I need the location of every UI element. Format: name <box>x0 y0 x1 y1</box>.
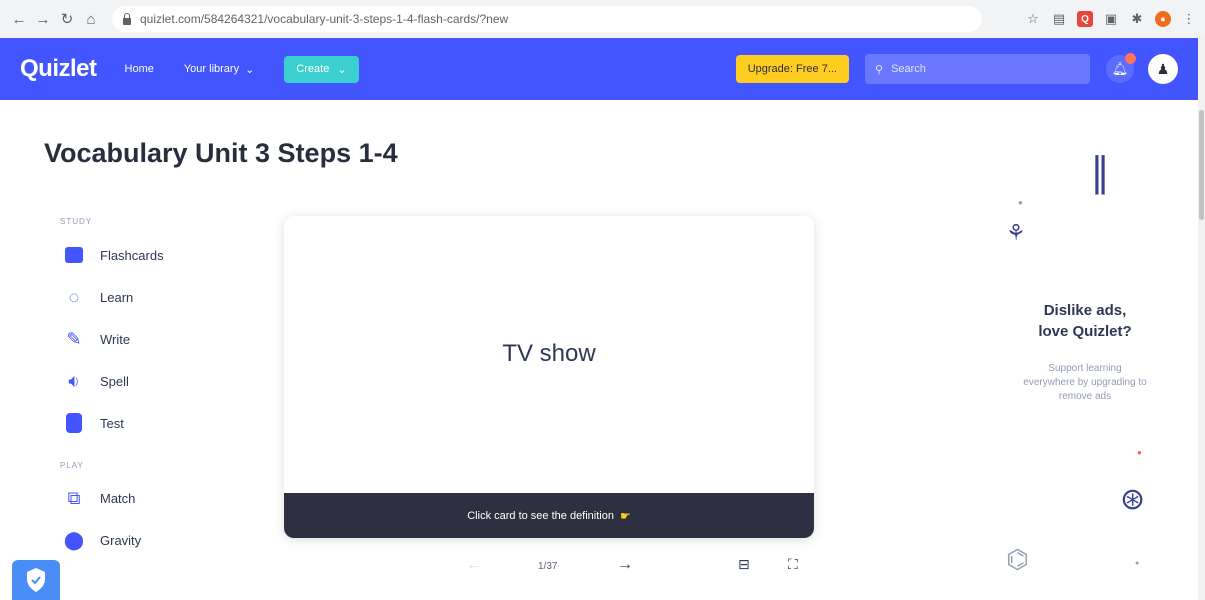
dot-doodle: ● <box>1137 448 1142 457</box>
create-label: Create <box>296 63 330 75</box>
gravity-icon: ⬤ <box>63 529 85 550</box>
dot-doodle: ● <box>1135 560 1140 567</box>
profile-icon[interactable]: ● <box>1155 11 1171 27</box>
mode-label: Gravity <box>100 532 142 548</box>
nav-home-label: Home <box>124 63 154 75</box>
learn-icon: ◌ <box>68 286 80 307</box>
extension-icon[interactable]: Q <box>1077 11 1093 27</box>
card-hint-text: Click card to see the definition <box>467 509 614 522</box>
spell-icon: 🔉︎ <box>68 370 80 391</box>
reload-icon[interactable]: ↻ <box>56 8 78 30</box>
search-placeholder: Search <box>891 63 926 75</box>
fullscreen-icon[interactable]: ⛶ <box>788 556 798 573</box>
notification-dot <box>1125 53 1136 64</box>
ad-title: Dislike ads, love Quizlet? <box>1010 300 1160 342</box>
bell-icon: 🔔︎ <box>1111 61 1129 76</box>
quizlet-logo[interactable]: Quizlet <box>20 55 97 83</box>
dot-doodle: ● <box>1018 198 1023 207</box>
study-mode-test[interactable]: Test <box>62 412 124 434</box>
previous-card-button[interactable]: ← <box>466 556 482 574</box>
card-counter: 1/37 <box>538 561 558 572</box>
nav-library-label: Your library <box>183 63 240 75</box>
menu-icon[interactable]: ⋮ <box>1181 11 1197 27</box>
mode-label: Match <box>100 490 136 506</box>
card-options-icon[interactable]: ⊟ <box>738 556 750 573</box>
browser-toolbar: ← → ↻ ⌂ quizlet.com/584264321/vocabulary… <box>0 0 1205 38</box>
mode-label: Write <box>100 331 131 347</box>
mode-label: Test <box>100 415 124 431</box>
site-header: Quizlet Home Your library ⌄ Create ⌄ Upg… <box>0 38 1198 100</box>
scribble-doodle: ⚘ <box>1006 220 1026 245</box>
study-mode-write[interactable]: ✎ Write <box>62 328 130 350</box>
pencil-doodle: ∥ <box>1090 151 1110 195</box>
match-icon: ⧉ <box>67 487 81 508</box>
search-input[interactable]: ⚲ Search <box>865 54 1090 84</box>
puzzle-icon[interactable]: ✱ <box>1129 11 1145 27</box>
flashcards-icon <box>62 244 86 266</box>
pointer-hand-icon: ☛ <box>619 508 631 523</box>
play-mode-gravity[interactable]: ⬤ Gravity <box>62 529 141 551</box>
mode-label: Flashcards <box>100 247 164 263</box>
extension-icon[interactable]: ▣ <box>1103 11 1119 27</box>
search-icon: ⚲ <box>875 63 884 76</box>
study-mode-flashcards[interactable]: Flashcards <box>62 244 164 266</box>
flashcard[interactable]: TV show Click card to see the definition… <box>284 216 814 538</box>
study-mode-spell[interactable]: 🔉︎ Spell <box>62 370 129 392</box>
chevron-down-icon: ⌄ <box>245 63 255 76</box>
mode-label: Learn <box>100 289 134 305</box>
bookmark-star-icon[interactable]: ☆ <box>1025 11 1041 27</box>
play-mode-match[interactable]: ⧉ Match <box>62 487 136 509</box>
upgrade-button[interactable]: Upgrade: Free 7... <box>735 55 849 83</box>
next-card-button[interactable]: → <box>617 556 633 574</box>
study-mode-learn[interactable]: ◌ Learn <box>62 286 134 308</box>
mode-label: Spell <box>100 373 129 389</box>
chevron-down-icon: ⌄ <box>337 63 347 76</box>
ad-body: Support learning everywhere by upgrading… <box>1023 363 1147 402</box>
back-icon[interactable]: ← <box>8 8 30 30</box>
card-hint-bar: Click card to see the definition ☛ <box>284 493 814 538</box>
page-title: Vocabulary Unit 3 Steps 1-4 <box>44 138 398 168</box>
circle-arrows-doodle: ⊛ <box>1120 483 1146 516</box>
scroll-thumb[interactable] <box>1199 110 1204 220</box>
notifications-button[interactable]: 🔔︎ <box>1106 53 1136 83</box>
url-text: quizlet.com/584264321/vocabulary-unit-3-… <box>140 12 509 26</box>
scrollbar[interactable] <box>1198 38 1205 600</box>
forward-icon[interactable]: → <box>32 8 54 30</box>
lock-icon <box>122 13 132 25</box>
play-section-label: PLAY <box>60 461 84 470</box>
nav-your-library[interactable]: Your library ⌄ <box>184 63 254 76</box>
ad-title-line2: love Quizlet? <box>1038 323 1132 340</box>
card-term: TV show <box>502 340 596 367</box>
test-icon <box>62 412 86 434</box>
shield-icon[interactable] <box>12 560 60 600</box>
home-icon[interactable]: ⌂ <box>80 8 102 30</box>
write-icon: ✎ <box>66 328 82 349</box>
study-section-label: STUDY <box>60 217 93 226</box>
create-button[interactable]: Create ⌄ <box>284 55 359 83</box>
molecule-doodle: ⌬ <box>1006 544 1029 574</box>
avatar[interactable]: ♟ <box>1148 54 1178 84</box>
nav-home[interactable]: Home <box>125 63 154 75</box>
address-bar[interactable]: quizlet.com/584264321/vocabulary-unit-3-… <box>112 6 982 32</box>
extension-icon[interactable]: ▤ <box>1051 11 1067 27</box>
ad-title-line1: Dislike ads, <box>1043 302 1127 319</box>
